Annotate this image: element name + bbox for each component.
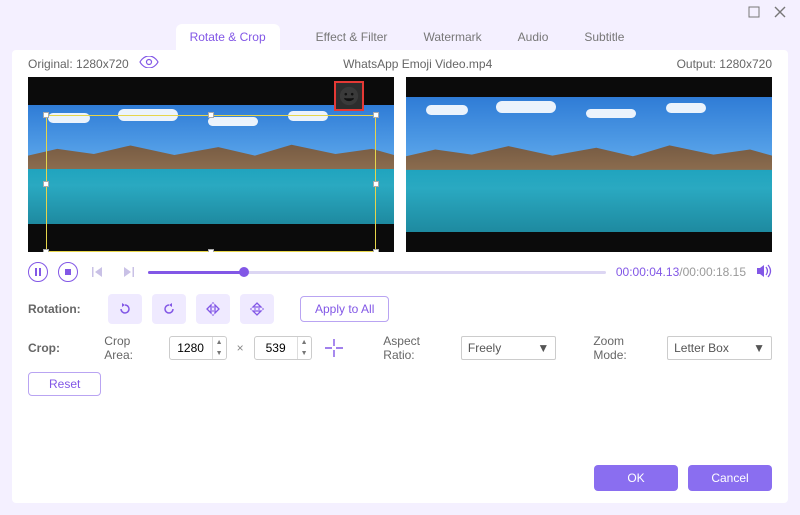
zoom-mode-label: Zoom Mode: — [593, 334, 657, 362]
chevron-down-icon: ▼ — [753, 341, 765, 355]
time-display: 00:00:04.13/00:00:18.15 — [616, 265, 746, 279]
filename-label: WhatsApp Emoji Video.mp4 — [159, 57, 677, 71]
original-preview[interactable] — [28, 77, 394, 252]
crop-height-input[interactable]: ▲▼ — [254, 336, 312, 360]
rotate-right-button[interactable] — [152, 294, 186, 324]
eye-icon[interactable] — [139, 56, 159, 71]
spin-up-icon[interactable]: ▲ — [298, 337, 311, 348]
output-dimensions: Output: 1280x720 — [677, 57, 772, 71]
crop-selection[interactable] — [46, 115, 376, 252]
editor-tabs: Rotate & Crop Effect & Filter Watermark … — [0, 24, 800, 50]
spin-down-icon[interactable]: ▼ — [298, 348, 311, 359]
reset-button[interactable]: Reset — [28, 372, 101, 396]
aspect-ratio-select[interactable]: Freely▼ — [461, 336, 556, 360]
original-dimensions: Original: 1280x720 — [28, 57, 129, 71]
tab-subtitle[interactable]: Subtitle — [584, 30, 624, 44]
crop-area-label: Crop Area: — [104, 334, 158, 362]
crop-label: Crop: — [28, 341, 94, 355]
emoji-overlay[interactable] — [334, 81, 364, 111]
spin-down-icon[interactable]: ▼ — [213, 348, 226, 359]
stop-button[interactable] — [58, 262, 78, 282]
close-icon[interactable] — [774, 6, 786, 18]
flip-horizontal-button[interactable] — [196, 294, 230, 324]
output-preview — [406, 77, 772, 252]
flip-vertical-button[interactable] — [240, 294, 274, 324]
chevron-down-icon: ▼ — [537, 341, 549, 355]
apply-to-all-button[interactable]: Apply to All — [300, 296, 389, 322]
cancel-button[interactable]: Cancel — [688, 465, 772, 491]
ok-button[interactable]: OK — [594, 465, 678, 491]
crop-width-input[interactable]: ▲▼ — [169, 336, 227, 360]
rotate-left-button[interactable] — [108, 294, 142, 324]
volume-icon[interactable] — [756, 264, 772, 281]
center-crop-button[interactable] — [322, 335, 347, 361]
tab-audio[interactable]: Audio — [518, 30, 549, 44]
times-symbol: × — [237, 341, 244, 355]
seek-slider[interactable] — [148, 271, 606, 274]
tab-rotate-crop[interactable]: Rotate & Crop — [176, 24, 280, 50]
rotation-label: Rotation: — [28, 302, 98, 316]
next-frame-button[interactable] — [118, 262, 138, 282]
aspect-ratio-label: Aspect Ratio: — [383, 334, 451, 362]
maximize-icon[interactable] — [748, 6, 760, 18]
spin-up-icon[interactable]: ▲ — [213, 337, 226, 348]
tab-effect-filter[interactable]: Effect & Filter — [316, 30, 388, 44]
pause-button[interactable] — [28, 262, 48, 282]
zoom-mode-select[interactable]: Letter Box▼ — [667, 336, 772, 360]
tab-watermark[interactable]: Watermark — [423, 30, 481, 44]
prev-frame-button[interactable] — [88, 262, 108, 282]
